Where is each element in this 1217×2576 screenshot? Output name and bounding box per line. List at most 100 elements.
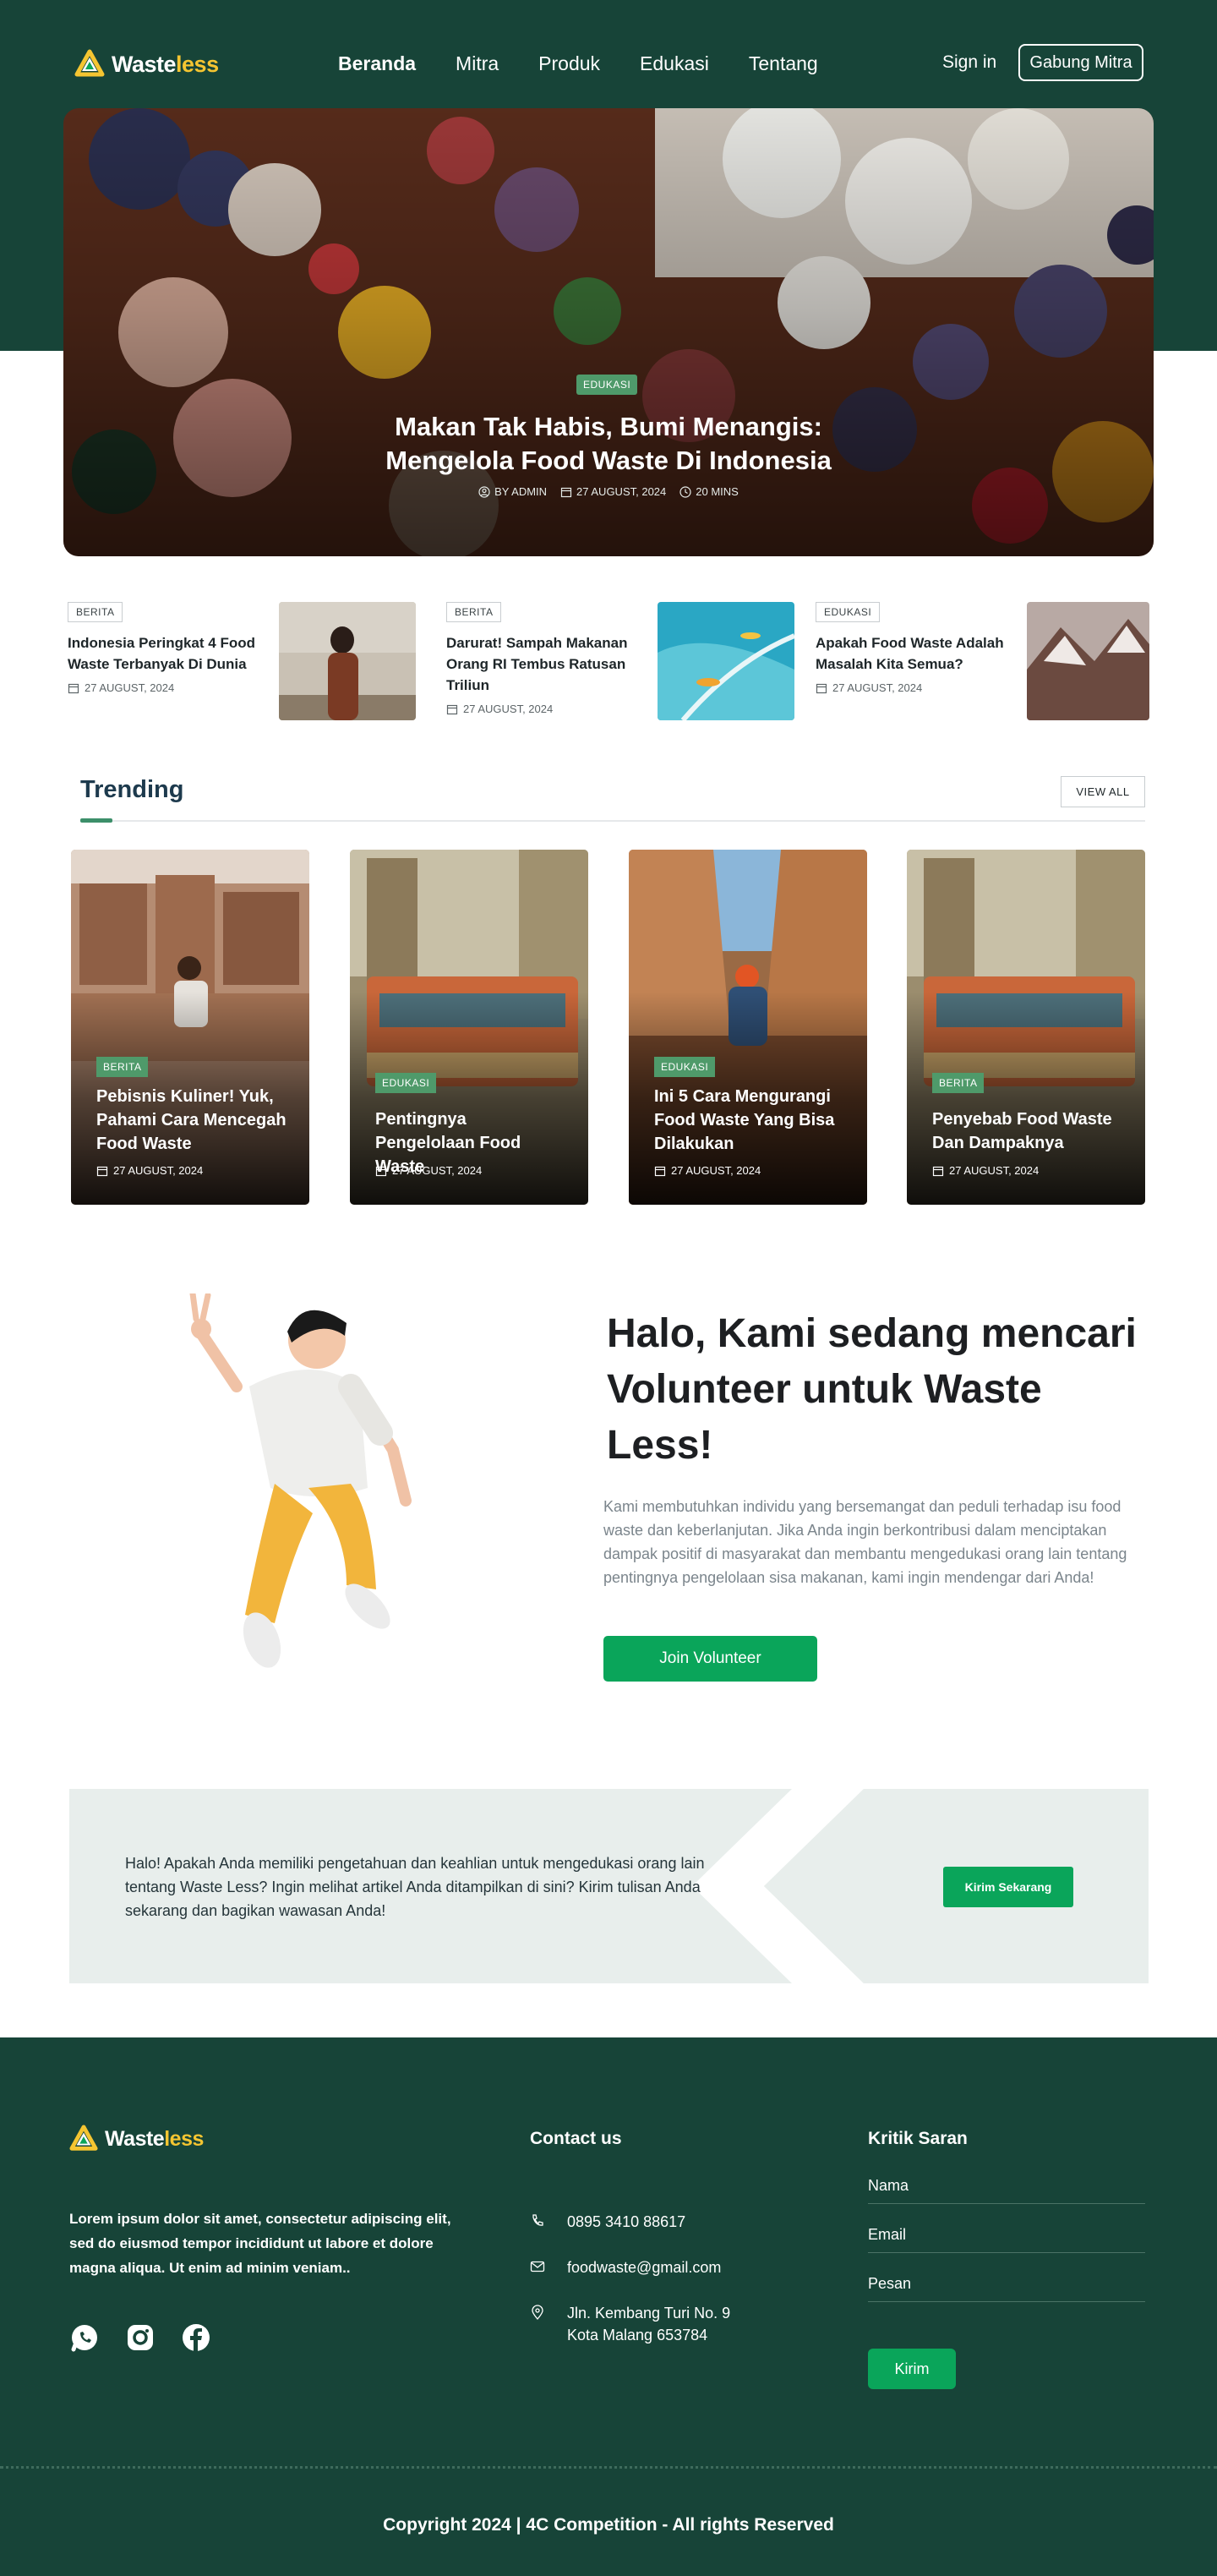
kirim-sekarang-button[interactable]: Kirim Sekarang <box>943 1867 1073 1907</box>
facebook-icon[interactable] <box>181 2322 211 2353</box>
news-date: 27 AUGUST, 2024 <box>463 703 554 715</box>
news-item[interactable]: EDUKASI Apakah Food Waste Adalah Masalah… <box>816 602 1010 694</box>
news-category-badge: BERITA <box>446 602 502 622</box>
calendar-icon <box>932 1166 944 1176</box>
recycle-logo-icon <box>69 2125 98 2151</box>
kirim-button[interactable]: Kirim <box>868 2349 956 2389</box>
phone-icon <box>532 2214 543 2226</box>
pesan-field[interactable]: Pesan <box>868 2275 1145 2302</box>
card-category-badge: BERITA <box>932 1073 985 1093</box>
nav-link-produk[interactable]: Produk <box>538 52 600 75</box>
news-row: BERITA Indonesia Peringkat 4 Food Waste … <box>68 602 1149 720</box>
whatsapp-icon[interactable] <box>69 2322 100 2353</box>
mail-icon <box>530 2261 545 2272</box>
nav-links: Beranda Mitra Produk Edukasi Tentang <box>338 52 818 75</box>
footer-divider <box>0 2466 1217 2469</box>
card-title[interactable]: Penyebab Food Waste Dan Dampaknya <box>932 1108 1127 1155</box>
copyright-text: Copyright 2024 | 4C Competition - All ri… <box>383 2515 834 2535</box>
trending-divider <box>80 820 1145 822</box>
footer-logo[interactable]: Wasteless <box>69 2125 204 2153</box>
trending-card[interactable]: EDUKASI Pentingnya Pengelolaan Food Wast… <box>350 850 588 1205</box>
hero-banner[interactable]: EDUKASI Makan Tak Habis, Bumi Menangis: … <box>63 108 1154 556</box>
news-category-badge: EDUKASI <box>816 602 881 622</box>
news-thumbnail-image[interactable] <box>658 602 794 720</box>
trending-heading: Trending <box>80 776 184 803</box>
news-thumbnail-image[interactable] <box>279 602 416 720</box>
address-line: Jln. Kembang Turi No. 9 <box>567 2305 731 2322</box>
footer: Wasteless Lorem ipsum dolor sit amet, co… <box>0 2037 1217 2576</box>
contact-address: Jln. Kembang Turi No. 9 Kota Malang 6537… <box>530 2302 730 2346</box>
logo[interactable]: Wasteless <box>74 49 219 79</box>
card-category-badge: EDUKASI <box>654 1057 716 1077</box>
card-category-badge: BERITA <box>96 1057 149 1077</box>
volunteer-character-illustration <box>189 1293 412 1668</box>
hero-category-badge: EDUKASI <box>576 375 638 395</box>
card-title[interactable]: Ini 5 Cara Mengurangi Food Waste Yang Bi… <box>654 1085 849 1156</box>
news-thumbnail-image[interactable] <box>1027 602 1149 720</box>
view-all-button[interactable]: VIEW ALL <box>1061 776 1145 807</box>
page: Wasteless Beranda Mitra Produk Edukasi T… <box>0 0 1217 2576</box>
logo-word-waste: Waste <box>112 51 177 77</box>
calendar-icon <box>816 683 827 693</box>
location-icon <box>532 2305 543 2320</box>
user-icon <box>478 485 490 498</box>
hero-read-time: 20 MINS <box>696 485 739 498</box>
trending-divider-accent <box>80 818 112 823</box>
logo-word-waste: Waste <box>105 2126 165 2151</box>
trending-card[interactable]: BERITA Penyebab Food Waste Dan Dampaknya… <box>907 850 1145 1205</box>
news-category-badge: BERITA <box>68 602 123 622</box>
gabung-mitra-button[interactable]: Gabung Mitra <box>1018 44 1143 81</box>
calendar-icon <box>68 683 79 693</box>
news-item[interactable]: BERITA Darurat! Sampah Makanan Orang RI … <box>446 602 641 715</box>
recycle-logo-icon <box>74 49 105 77</box>
social-links <box>69 2322 211 2353</box>
volunteer-description: Kami membutuhkan individu yang bersemang… <box>603 1498 1127 1586</box>
navbar: Wasteless Beranda Mitra Produk Edukasi T… <box>0 0 1217 110</box>
card-date: 27 AUGUST, 2024 <box>392 1164 483 1177</box>
logo-word-less: less <box>176 51 219 77</box>
nav-link-mitra[interactable]: Mitra <box>456 52 499 75</box>
submit-article-text: Halo! Apakah Anda memiliki pengetahuan d… <box>125 1855 705 1919</box>
contact-email-text: foodwaste@gmail.com <box>567 2259 722 2276</box>
nama-field[interactable]: Nama <box>868 2177 1145 2204</box>
hero-title[interactable]: Makan Tak Habis, Bumi Menangis: Mengelol… <box>355 410 862 478</box>
news-item[interactable]: BERITA Indonesia Peringkat 4 Food Waste … <box>68 602 262 694</box>
contact-heading: Contact us <box>530 2129 622 2148</box>
card-category-badge: EDUKASI <box>375 1073 437 1093</box>
feedback-heading: Kritik Saran <box>868 2129 968 2148</box>
hero-date: 27 AUGUST, 2024 <box>576 485 667 498</box>
news-title[interactable]: Indonesia Peringkat 4 Food Waste Terbany… <box>68 632 262 675</box>
nav-link-beranda[interactable]: Beranda <box>338 52 416 75</box>
hero-author: BY ADMIN <box>494 485 548 498</box>
instagram-icon[interactable] <box>125 2322 156 2353</box>
card-date: 27 AUGUST, 2024 <box>671 1164 761 1177</box>
clock-icon <box>679 485 691 498</box>
trending-card[interactable]: BERITA Pebisnis Kuliner! Yuk, Pahami Car… <box>71 850 309 1205</box>
calendar-icon <box>446 704 458 714</box>
calendar-icon <box>96 1166 108 1176</box>
news-title[interactable]: Darurat! Sampah Makanan Orang RI Tembus … <box>446 632 641 696</box>
submit-article-banner: Halo! Apakah Anda memiliki pengetahuan d… <box>69 1789 1149 1983</box>
calendar-icon <box>654 1166 666 1176</box>
calendar-icon <box>375 1166 387 1176</box>
logo-word-less: less <box>164 2126 204 2151</box>
news-date: 27 AUGUST, 2024 <box>85 681 175 694</box>
join-volunteer-button[interactable]: Join Volunteer <box>603 1636 817 1682</box>
nav-link-edukasi[interactable]: Edukasi <box>640 52 709 75</box>
news-date: 27 AUGUST, 2024 <box>832 681 923 694</box>
footer-description: Lorem ipsum dolor sit amet, consectetur … <box>69 2211 451 2276</box>
sign-in-link[interactable]: Sign in <box>942 52 996 73</box>
calendar-icon <box>560 487 572 497</box>
contact-email[interactable]: foodwaste@gmail.com <box>530 2256 721 2278</box>
contact-phone[interactable]: 0895 3410 88617 <box>530 2211 685 2233</box>
trending-card[interactable]: EDUKASI Ini 5 Cara Mengurangi Food Waste… <box>629 850 867 1205</box>
card-date: 27 AUGUST, 2024 <box>949 1164 1040 1177</box>
volunteer-heading: Halo, Kami sedang mencari Volunteer untu… <box>607 1311 1137 1468</box>
email-field[interactable]: Email <box>868 2226 1145 2253</box>
news-title[interactable]: Apakah Food Waste Adalah Masalah Kita Se… <box>816 632 1010 675</box>
card-title[interactable]: Pebisnis Kuliner! Yuk, Pahami Cara Mence… <box>96 1085 291 1156</box>
card-date: 27 AUGUST, 2024 <box>113 1164 204 1177</box>
address-line: Kota Malang 653784 <box>567 2327 708 2344</box>
nav-link-tentang[interactable]: Tentang <box>749 52 818 75</box>
hero-meta: BY ADMIN 27 AUGUST, 2024 20 MINS <box>461 485 756 498</box>
